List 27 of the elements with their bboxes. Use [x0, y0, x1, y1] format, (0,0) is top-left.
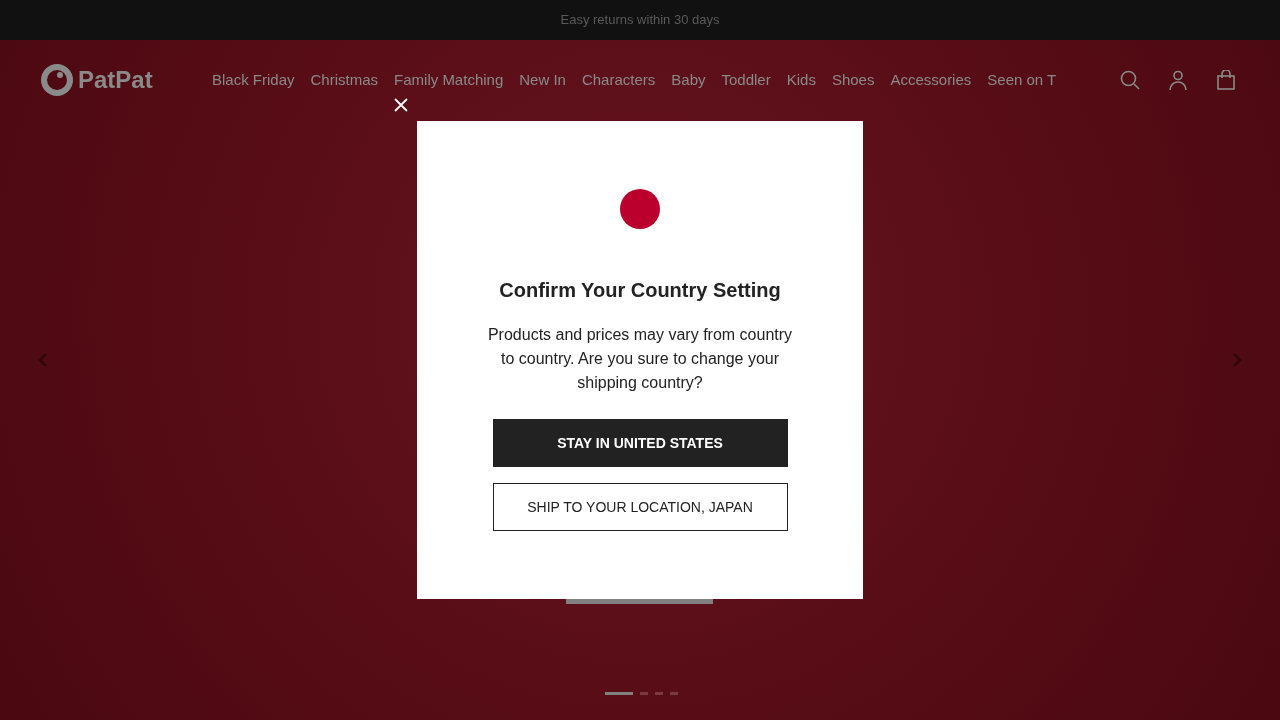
- nav-link[interactable]: Characters: [581, 68, 656, 92]
- nav-link[interactable]: Baby: [671, 68, 706, 92]
- nav-link[interactable]: Toddler: [721, 68, 771, 92]
- nav-link[interactable]: Accessories: [890, 68, 972, 92]
- dialog-title: Confirm Your Country Setting: [499, 278, 781, 303]
- nav-link[interactable]: Christmas: [310, 68, 379, 92]
- nav-link[interactable]: Seen on T: [987, 68, 1057, 92]
- announcement-text: Easy returns within 30 days: [560, 11, 720, 30]
- slide-indicator[interactable]: [655, 692, 663, 695]
- logo[interactable]: PatPat: [40, 62, 212, 98]
- ship-button[interactable]: SHIP TO YOUR LOCATION, JAPAN: [492, 483, 788, 531]
- nav-link[interactable]: New In: [519, 68, 566, 92]
- stay-button[interactable]: STAY IN UNITED STATES: [492, 419, 788, 467]
- slide-indicator[interactable]: [640, 692, 648, 695]
- nav-link[interactable]: Shoes: [831, 68, 875, 92]
- search-icon[interactable]: [1120, 70, 1140, 90]
- nav-link[interactable]: Kids: [786, 68, 816, 92]
- nav-link[interactable]: Black Friday: [212, 68, 295, 92]
- slide-indicator[interactable]: [670, 692, 678, 695]
- flag-icon: [620, 189, 660, 229]
- nav-link[interactable]: Family Matching: [394, 68, 504, 92]
- close-icon[interactable]: [394, 98, 408, 112]
- slide-indicator[interactable]: [605, 692, 633, 695]
- logo-icon: [40, 63, 74, 97]
- dialog-message: Products and prices may vary from country to country. Are you sure to change your shipping country?: [486, 325, 794, 393]
- account-icon[interactable]: [1168, 70, 1188, 90]
- shopping-bag-icon[interactable]: [1216, 70, 1236, 90]
